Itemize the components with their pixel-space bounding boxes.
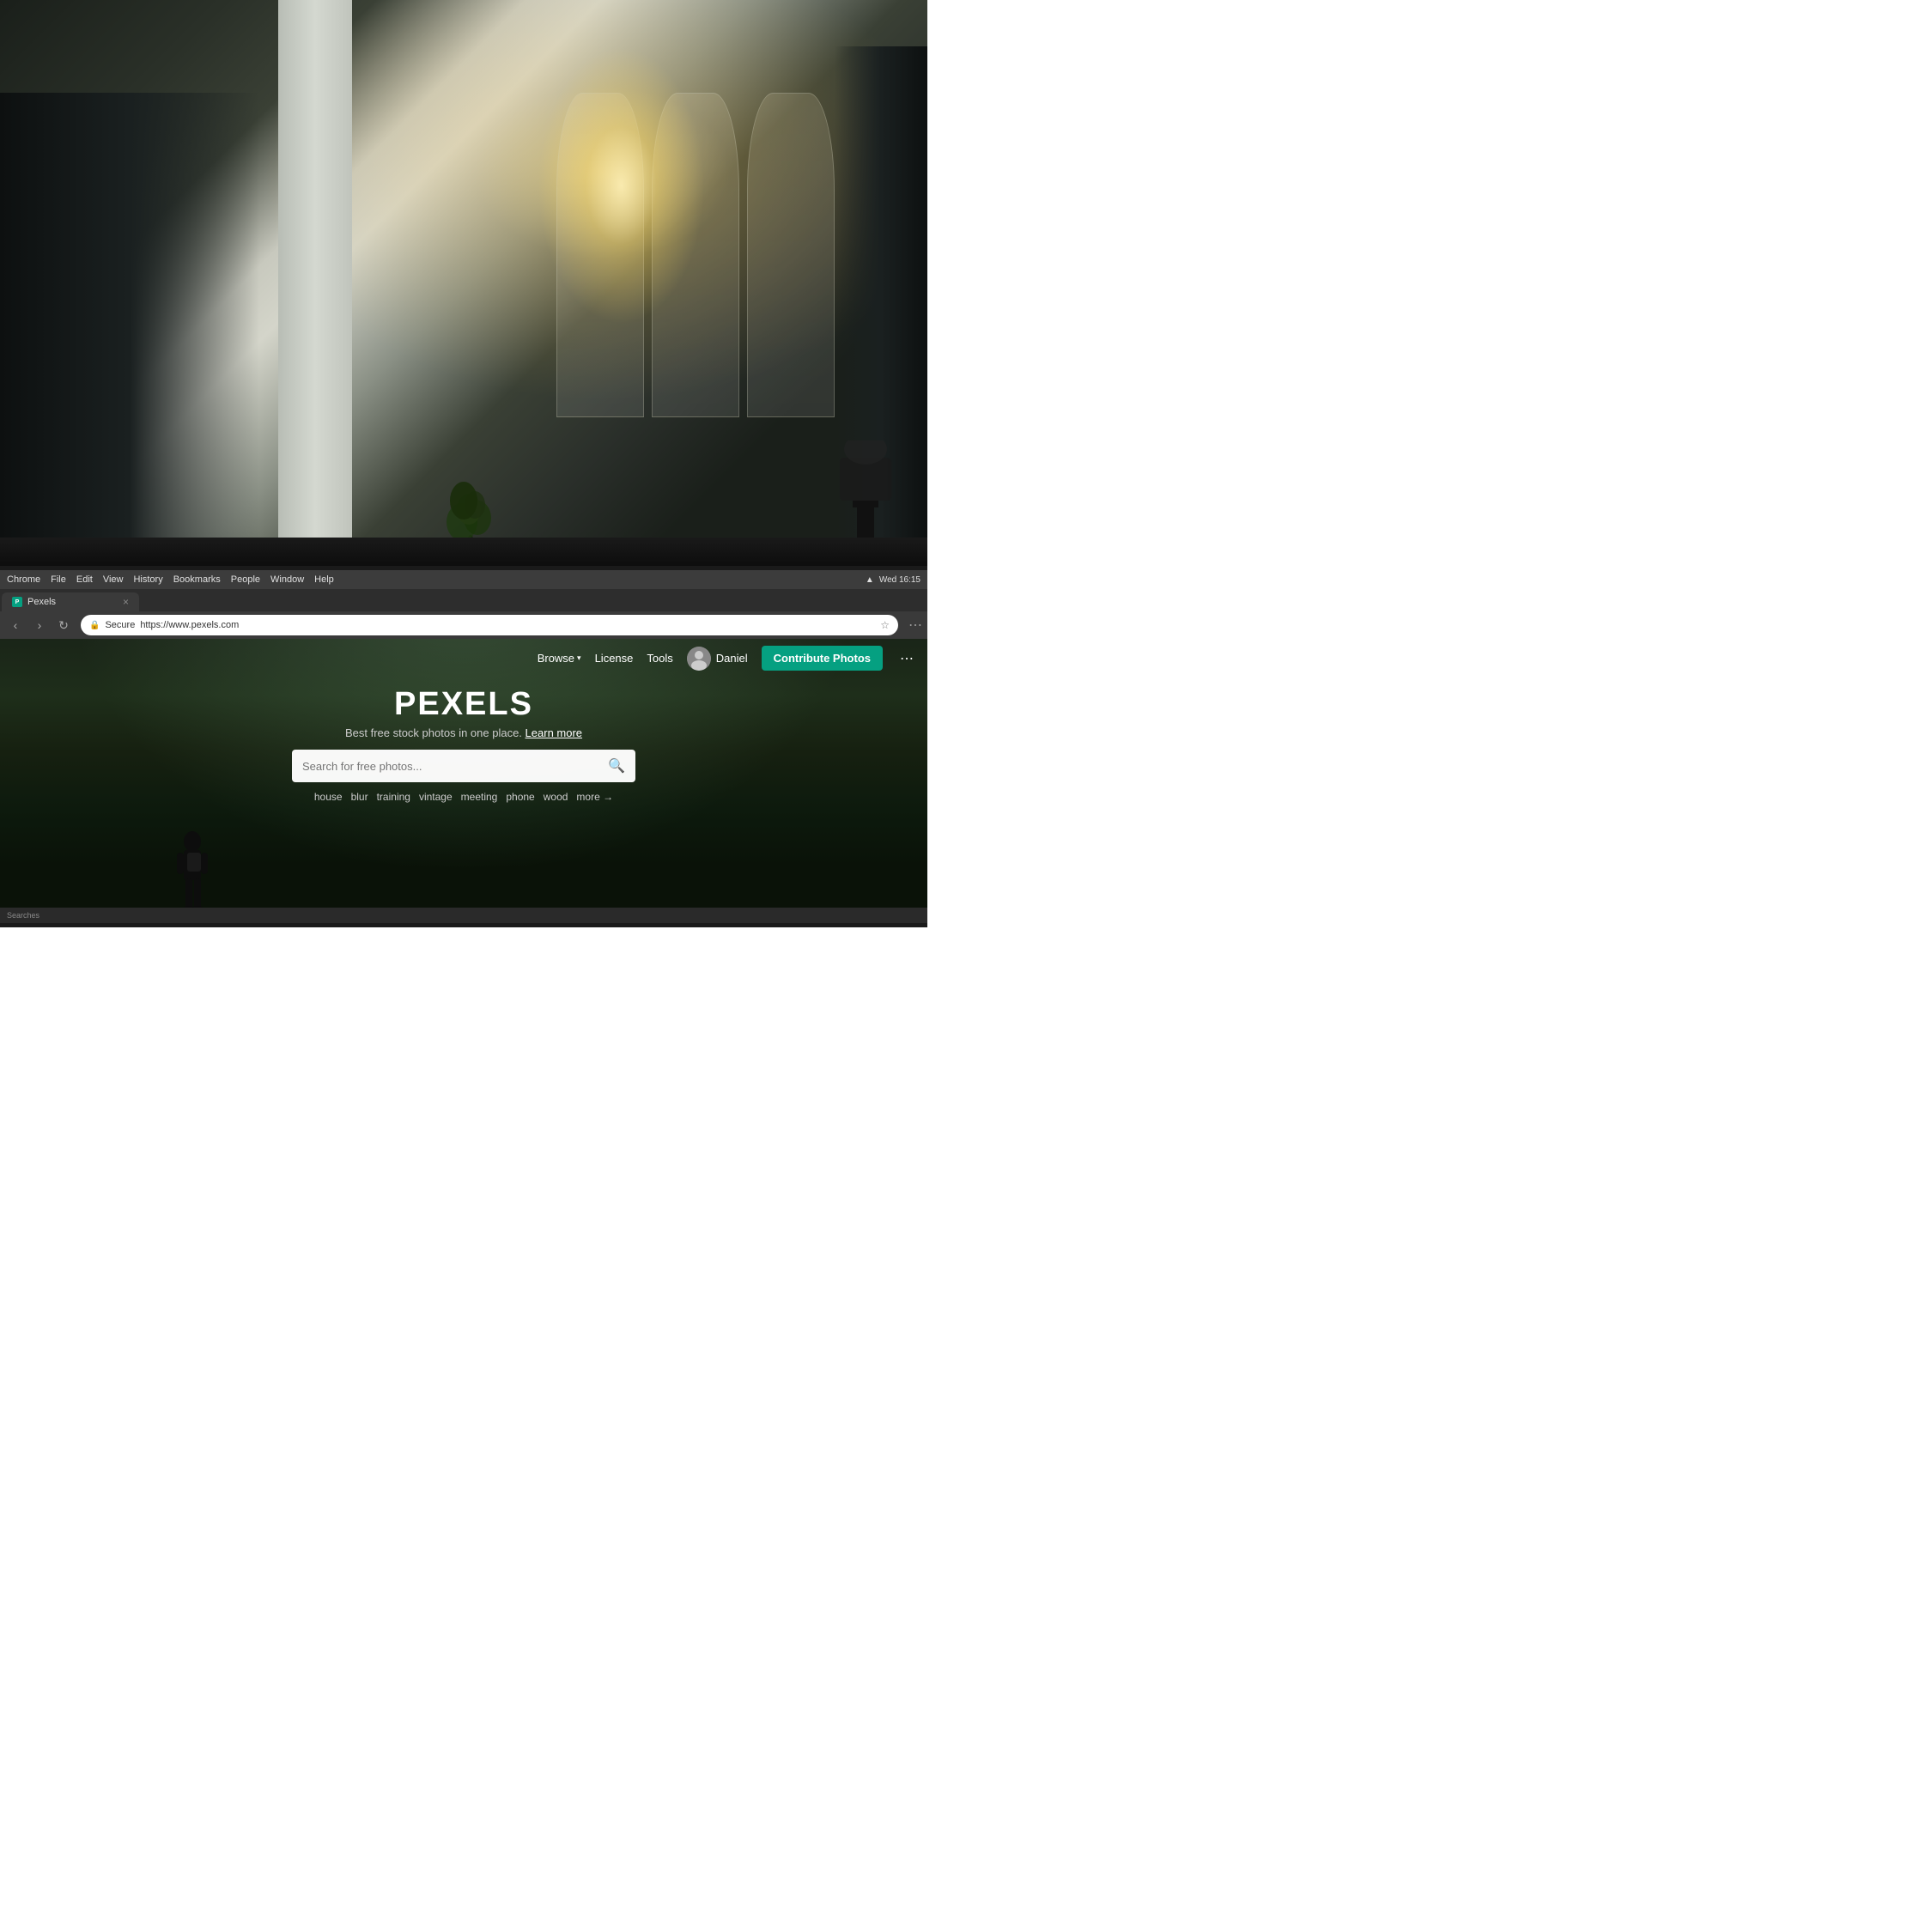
monitor-top-bezel: [0, 538, 927, 565]
bookmark-icon[interactable]: ☆: [880, 619, 890, 631]
tab-title: Pexels: [27, 597, 56, 607]
wifi-icon: ▲: [866, 575, 874, 585]
chrome-app-name: Chrome: [7, 574, 40, 585]
contribute-photos-button[interactable]: Contribute Photos: [762, 646, 883, 671]
tab-close-button[interactable]: ×: [123, 596, 129, 608]
pexels-tagline: Best free stock photos in one place. Lea…: [345, 726, 582, 739]
back-button[interactable]: ‹: [5, 615, 26, 635]
url-display[interactable]: https://www.pexels.com: [140, 620, 239, 630]
pexels-navigation: Browse ▾ License Tools Daniel Contribute…: [0, 639, 927, 677]
secure-label: Secure: [105, 620, 135, 630]
browse-dropdown[interactable]: Browse ▾: [538, 652, 581, 665]
bottom-status-bar: Searches: [0, 908, 927, 923]
user-name: Daniel: [716, 652, 748, 665]
suggestion-training[interactable]: training: [377, 791, 410, 803]
pexels-website: Browse ▾ License Tools Daniel Contribute…: [0, 639, 927, 922]
secure-icon: 🔒: [89, 621, 100, 630]
bg-window-3: [747, 93, 835, 417]
tabs-row: P Pexels ×: [0, 589, 927, 611]
suggestion-meeting[interactable]: meeting: [461, 791, 498, 803]
search-input[interactable]: [302, 760, 601, 773]
suggestion-blur[interactable]: blur: [351, 791, 368, 803]
active-tab[interactable]: P Pexels ×: [2, 592, 139, 611]
forward-button[interactable]: ›: [29, 615, 50, 635]
tagline-text: Best free stock photos in one place.: [345, 726, 522, 739]
chrome-view-menu[interactable]: View: [103, 574, 124, 585]
pexels-logo: PEXELS: [394, 686, 533, 723]
learn-more-link[interactable]: Learn more: [526, 726, 582, 739]
search-bar[interactable]: 🔍: [292, 750, 635, 782]
suggestion-house[interactable]: house: [314, 791, 343, 803]
chrome-edit-menu[interactable]: Edit: [76, 574, 93, 585]
chrome-file-menu[interactable]: File: [51, 574, 66, 585]
chrome-people-menu[interactable]: People: [231, 574, 260, 585]
system-status: ▲ Wed 16:15: [866, 575, 920, 585]
tab-favicon: P: [12, 597, 22, 607]
user-avatar[interactable]: [687, 647, 711, 671]
bottom-bar-text: Searches: [7, 911, 39, 920]
chrome-window-menu[interactable]: Window: [270, 574, 304, 585]
pexels-hero-content: PEXELS Best free stock photos in one pla…: [0, 677, 927, 803]
tools-link[interactable]: Tools: [647, 652, 672, 665]
browser-window: Chrome File Edit View History Bookmarks …: [0, 570, 927, 922]
suggestion-phone[interactable]: phone: [506, 791, 534, 803]
more-nav-icon[interactable]: ⋯: [900, 650, 914, 667]
more-options-icon[interactable]: ⋯: [908, 617, 922, 634]
office-column: [278, 0, 352, 556]
address-bar[interactable]: 🔒 Secure https://www.pexels.com ☆: [81, 615, 898, 635]
chrome-bookmarks-menu[interactable]: Bookmarks: [173, 574, 221, 585]
chrome-toolbar: ‹ › ↻ 🔒 Secure https://www.pexels.com ☆ …: [0, 611, 927, 639]
search-icon: 🔍: [608, 757, 625, 775]
search-suggestions: house blur training vintage meeting phon…: [314, 791, 613, 803]
chrome-menubar: Chrome File Edit View History Bookmarks …: [0, 570, 927, 589]
suggestion-vintage[interactable]: vintage: [419, 791, 453, 803]
chrome-help-menu[interactable]: Help: [314, 574, 334, 585]
browse-label: Browse: [538, 652, 574, 665]
system-time: Wed 16:15: [879, 575, 920, 585]
suggestion-wood[interactable]: wood: [544, 791, 568, 803]
dark-left-area: [0, 93, 259, 556]
window-glare: [538, 46, 704, 325]
license-link[interactable]: License: [595, 652, 634, 665]
browse-dropdown-arrow: ▾: [577, 653, 581, 663]
refresh-button[interactable]: ↻: [53, 615, 74, 635]
user-section: Daniel: [687, 647, 748, 671]
suggestion-more[interactable]: more →: [576, 791, 613, 803]
chrome-history-menu[interactable]: History: [133, 574, 162, 585]
